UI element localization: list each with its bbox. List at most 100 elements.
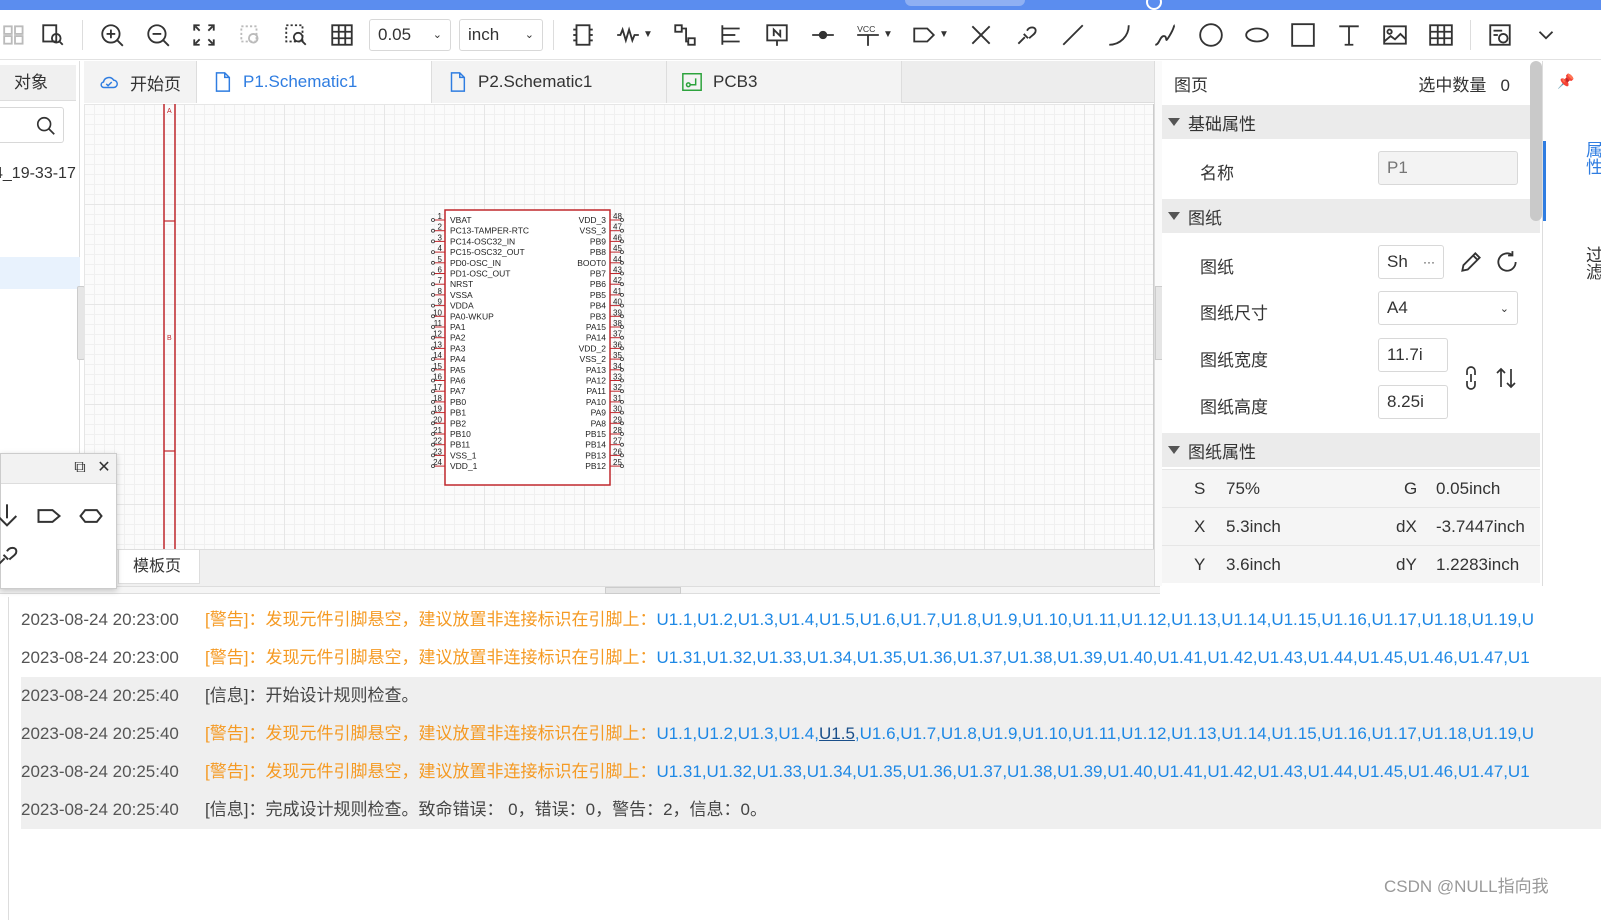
pin-right-name: PB9 (590, 236, 606, 246)
pin-left-number: 21 (433, 426, 442, 435)
template-page-tab[interactable]: 模板页 (118, 550, 200, 584)
bus-entry-icon[interactable] (560, 10, 606, 60)
log-pin-list[interactable]: U1.31,U1.32,U1.33,U1.34,U1.35,U1.36,U1.3… (656, 762, 1529, 781)
port-icon[interactable]: ▼ (902, 10, 958, 60)
bezier-icon[interactable] (1142, 10, 1188, 60)
sheet-width-value: 11.7i (1387, 345, 1423, 364)
sheet-size-select[interactable]: A4 ⌄ (1378, 291, 1518, 325)
pin-left-name: PB2 (450, 418, 466, 428)
horizontal-splitter[interactable] (0, 586, 1160, 594)
arc-icon[interactable] (1096, 10, 1142, 60)
restore-icon[interactable]: ⧉ (71, 459, 89, 477)
dy-value: 1.2283inch (1436, 555, 1520, 574)
text-icon[interactable] (1326, 10, 1372, 60)
document-tabs: 开始页 P1.Schematic1 P2.Schematic1 PCB3 (84, 61, 1154, 103)
sheet-height-input[interactable]: 8.25i (1378, 385, 1448, 419)
pin-right-name: PA11 (586, 386, 606, 396)
object-list-selected-row[interactable] (0, 257, 80, 289)
zoom-area-icon[interactable] (227, 10, 273, 60)
sheet-width-label: 图纸宽度 (1200, 351, 1268, 370)
edit-pencil-icon[interactable] (1458, 249, 1484, 278)
net-flag-icon[interactable] (708, 10, 754, 60)
refresh-icon[interactable] (1494, 249, 1520, 278)
settings-icon[interactable] (1477, 10, 1523, 60)
pin-icon[interactable]: 📌 (1557, 73, 1574, 90)
rect-icon[interactable] (1280, 10, 1326, 60)
object-list-item[interactable]: 4_19-33-17 (0, 165, 76, 183)
log-tag: [信息]：完成设计规则检查。致命错误： 0，错误：0，警告：2，信息：0。 (205, 800, 767, 819)
port-out-icon[interactable] (35, 502, 63, 530)
property-panel-scrollbar[interactable] (1530, 61, 1542, 221)
pin-left-number: 2 (438, 223, 443, 232)
unit-select[interactable]: inch ⌄ (459, 18, 543, 51)
floating-window-header[interactable]: ⧉ ✕ (1, 454, 116, 484)
junction-icon[interactable] (800, 10, 846, 60)
section-title: 图纸属性 (1188, 442, 1256, 462)
pin-left-end (431, 239, 435, 244)
name-field[interactable] (1378, 151, 1518, 185)
sheet-select[interactable]: Sh ··· (1378, 245, 1444, 279)
log-pin-list[interactable]: ,U1.6,U1.7,U1.8,U1.9,U1.10,U1.11,U1.12,U… (855, 724, 1534, 743)
wire-icon[interactable]: ▼ (606, 10, 662, 60)
cross-icon[interactable] (958, 10, 1004, 60)
grid-icon[interactable] (319, 10, 365, 60)
tab-p1-schematic[interactable]: P1.Schematic1 (197, 61, 432, 103)
image-icon[interactable] (1372, 10, 1418, 60)
find-icon[interactable] (30, 10, 76, 60)
pin-left-number: 24 (433, 458, 442, 467)
zoom-in-icon[interactable] (89, 10, 135, 60)
pcb-icon (682, 73, 702, 91)
g-value: 0.05inch (1436, 479, 1501, 498)
log-pin-list[interactable]: U1.1,U1.2,U1.3,U1.4,U1.5,U1.6,U1.7,U1.8,… (656, 610, 1534, 629)
pin-left-name: PA1 (450, 322, 466, 332)
pin-left-name: PA5 (450, 365, 466, 375)
tab-filter[interactable]: 过滤 (1543, 246, 1601, 280)
probe-icon[interactable] (0, 542, 21, 570)
log-pin-list[interactable]: U1.1,U1.2,U1.3,U1.4, (656, 724, 819, 743)
log-pin-link[interactable]: U1.5 (819, 724, 855, 743)
splitter-handle[interactable] (605, 587, 681, 594)
log-pin-list[interactable]: U1.31,U1.32,U1.33,U1.34,U1.35,U1.36,U1.3… (656, 648, 1529, 667)
table-icon[interactable] (1418, 10, 1464, 60)
line-icon[interactable] (1050, 10, 1096, 60)
pin-left-end (431, 271, 435, 276)
ground-icon[interactable] (0, 502, 21, 530)
log-tag: [警告]：发现元件引脚悬空，建议放置非连接标识在引脚上： (205, 610, 657, 629)
lock-ratio-icon[interactable] (1460, 365, 1482, 394)
probe-icon[interactable] (1004, 10, 1050, 60)
close-icon[interactable]: ✕ (95, 459, 113, 477)
tab-properties[interactable]: 属性 (1543, 141, 1601, 221)
netlabel-icon[interactable] (662, 10, 708, 60)
zoom-out-icon[interactable] (135, 10, 181, 60)
schematic-canvas[interactable]: A B VBAT VDD_3 1 48 PC13-TAMPER-RTC VSS_3 2 47 PC1… (84, 104, 1154, 549)
ellipse-icon[interactable] (1234, 10, 1280, 60)
pin-right-number: 32 (613, 383, 622, 392)
swap-orientation-icon[interactable] (1494, 365, 1518, 394)
object-tab[interactable]: 对象 (0, 65, 76, 101)
section-sheet[interactable]: 图纸 (1162, 199, 1540, 233)
tab-pcb3[interactable]: PCB3 (667, 61, 902, 103)
circle-icon[interactable] (1188, 10, 1234, 60)
no-connect-icon[interactable] (754, 10, 800, 60)
object-search-input[interactable] (0, 107, 64, 143)
pin-right-name: PA15 (586, 322, 606, 332)
vcc-icon[interactable]: VCC ▼ (846, 10, 902, 60)
toolbar-more-chevron-down-icon[interactable] (1523, 10, 1569, 60)
right-panel-splitter[interactable] (1154, 61, 1163, 586)
pin-right-name: PB7 (590, 269, 606, 279)
port-bidir-icon[interactable] (77, 502, 105, 530)
fit-view-icon[interactable] (181, 10, 227, 60)
grid-size-select[interactable]: 0.05 ⌄ (369, 18, 451, 51)
pin-left-name: VDD_1 (450, 461, 478, 471)
section-basic-properties[interactable]: 基础属性 (1162, 105, 1540, 139)
log-message: [信息]：开始设计规则检查。 (205, 677, 418, 715)
layers-icon[interactable] (0, 10, 30, 60)
section-sheet-properties[interactable]: 图纸属性 (1162, 433, 1540, 467)
tab-p2-schematic[interactable]: P2.Schematic1 (432, 61, 667, 103)
grid-size-value: 0.05 (378, 24, 412, 44)
zoom-select-icon[interactable] (273, 10, 319, 60)
pin-right-number: 25 (613, 458, 622, 467)
sheet-width-input[interactable]: 11.7i (1378, 338, 1448, 372)
pin-right-name: PB6 (590, 279, 606, 289)
tab-start-page[interactable]: 开始页 (84, 61, 197, 103)
